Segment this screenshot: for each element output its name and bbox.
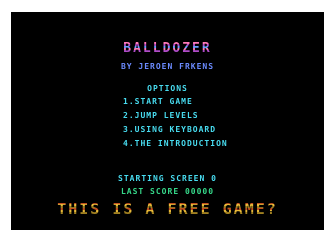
options-heading: OPTIONS [147,84,188,93]
starting-screen-label: STARTING SCREEN 0 [118,174,217,183]
author-credit: BY JEROEN FRKENS [120,62,215,71]
free-game-banner: THIS IS A FREE GAME? [11,202,324,217]
menu-item-introduction[interactable]: 4.THE INTRODUCTION [123,140,228,154]
options-menu: 1.START GAME 2.JUMP LEVELS 3.USING KEYBO… [123,98,228,154]
menu-item-jump-levels[interactable]: 2.JUMP LEVELS [123,112,228,126]
menu-item-start-game[interactable]: 1.START GAME [123,98,228,112]
game-screen: BALLDOZER BY JEROEN FRKENS OPTIONS 1.STA… [11,12,324,230]
game-title: BALLDOZER [11,42,324,55]
menu-item-using-keyboard[interactable]: 3.USING KEYBOARD [123,126,228,140]
last-score-label: LAST SCORE 00000 [120,187,215,196]
